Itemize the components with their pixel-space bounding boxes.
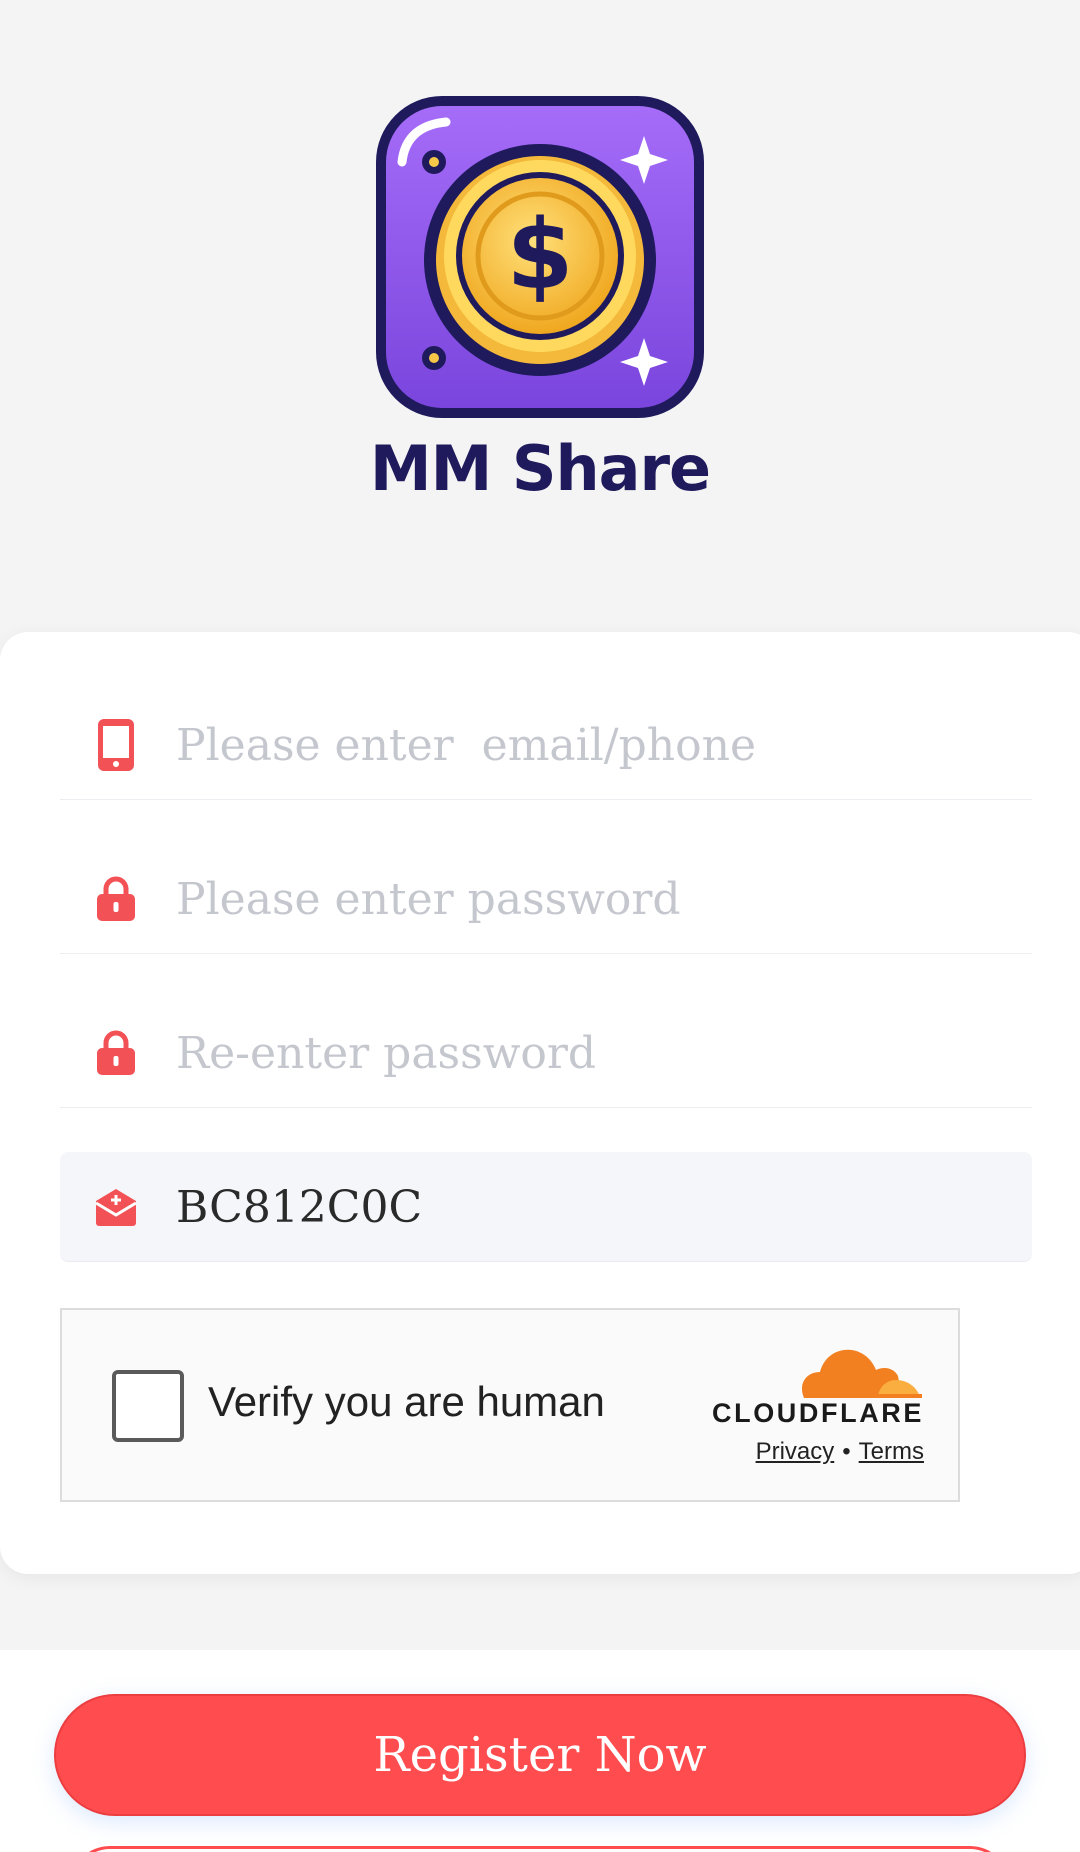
captcha-widget: Verify you are human CLOUDFLARE Privacy •… [60, 1308, 960, 1502]
lock-icon [94, 1025, 138, 1081]
privacy-link[interactable]: Privacy [756, 1438, 835, 1465]
envelope-icon [94, 1179, 138, 1235]
captcha-checkbox[interactable] [112, 1370, 184, 1442]
invite-code-field[interactable] [60, 1152, 1032, 1262]
account-input[interactable] [176, 690, 1016, 800]
lock-icon [94, 871, 138, 927]
secondary-button-partial[interactable] [70, 1846, 1010, 1852]
link-separator: • [842, 1438, 851, 1465]
password-field[interactable] [60, 844, 1032, 954]
cloudflare-cloud-icon [801, 1349, 922, 1398]
phone-icon [94, 717, 138, 773]
invite-code-input[interactable] [176, 1152, 1016, 1262]
logo-area: $ MM Share [0, 0, 1080, 560]
register-now-button[interactable]: Register Now [54, 1694, 1026, 1816]
captcha-links: Privacy • Terms [622, 1438, 924, 1466]
captcha-label: Verify you are human [208, 1378, 605, 1425]
confirm-password-field[interactable] [60, 998, 1032, 1108]
svg-text:$: $ [507, 199, 574, 311]
brand-name: MM Share [369, 432, 711, 505]
confirm-password-input[interactable] [176, 998, 1016, 1108]
cloudflare-wordmark: CLOUDFLARE [712, 1398, 924, 1428]
password-input[interactable] [176, 844, 1016, 954]
terms-link[interactable]: Terms [859, 1438, 924, 1465]
account-field[interactable] [60, 690, 1032, 800]
app-logo-icon: $ [376, 96, 704, 418]
